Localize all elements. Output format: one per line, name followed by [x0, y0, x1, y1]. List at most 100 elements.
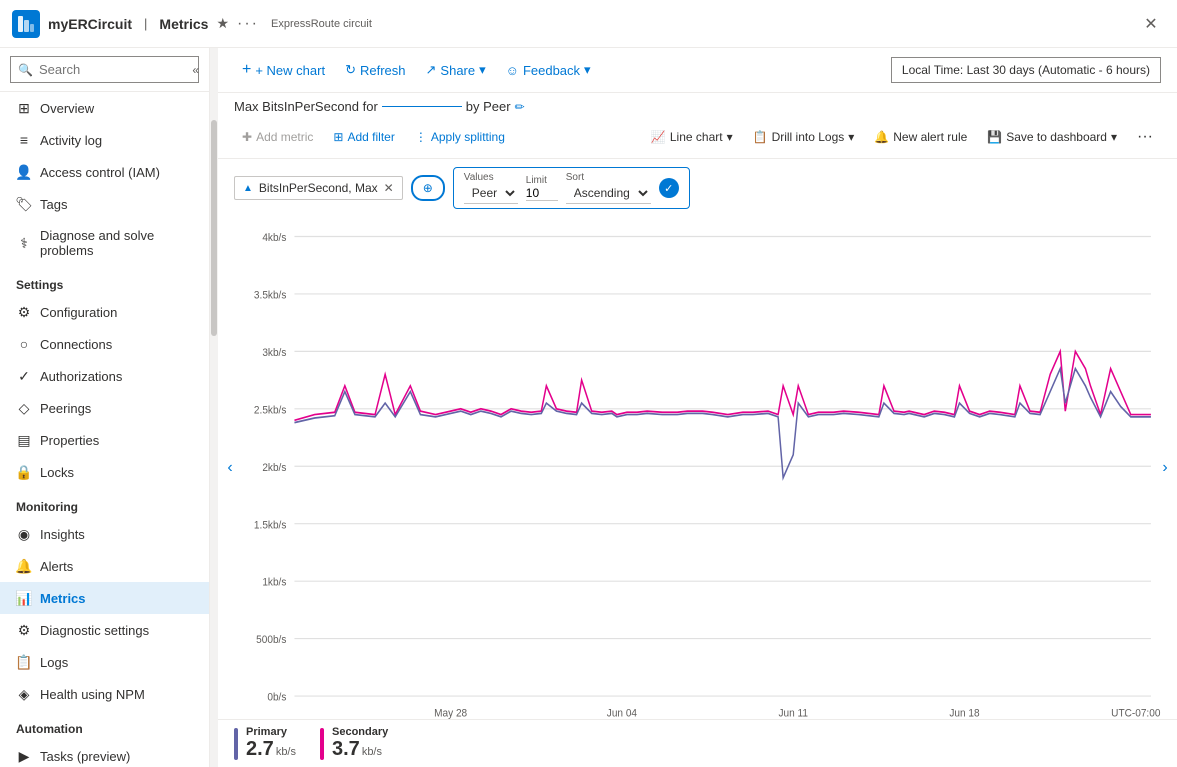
- refresh-label: Refresh: [360, 63, 406, 78]
- peerings-icon: ◇: [16, 400, 32, 416]
- sidebar-item-locks[interactable]: 🔒 Locks: [0, 456, 209, 488]
- sidebar-item-configuration[interactable]: ⚙ Configuration: [0, 296, 209, 328]
- split-settings: Values Peer Limit Sort Ascending ✓: [453, 167, 690, 209]
- sidebar-item-label: Properties: [40, 433, 99, 448]
- search-input[interactable]: [10, 56, 199, 83]
- apply-splitting-button[interactable]: ⋮ Apply splitting: [407, 126, 513, 148]
- sidebar-item-tasks-preview[interactable]: ▶ Tasks (preview): [0, 740, 209, 767]
- new-alert-rule-button[interactable]: 🔔 New alert rule: [866, 126, 975, 148]
- add-metric-icon: ✚: [242, 130, 252, 144]
- share-dropdown-icon: ▾: [479, 62, 486, 78]
- drill-into-logs-button[interactable]: 📋 Drill into Logs ▾: [745, 126, 863, 148]
- feedback-dropdown-icon: ▾: [584, 62, 591, 78]
- search-icon: 🔍: [18, 63, 33, 77]
- more-actions-button[interactable]: ···: [1129, 124, 1161, 150]
- save-to-dashboard-button[interactable]: 💾 Save to dashboard ▾: [979, 126, 1125, 148]
- page-title: Metrics: [159, 16, 208, 32]
- top-bar: myERCircuit | Metrics ★ ··· ExpressRoute…: [0, 0, 1177, 48]
- split-sort-label: Sort: [566, 172, 651, 183]
- health-npm-icon: ◈: [16, 686, 32, 702]
- line-chart-button[interactable]: 📈 Line chart ▾: [643, 126, 741, 148]
- chart-area: ‹ › 4kb/s 3.5kb/s 3kb/s 2.5kb/s 2kb/s 1: [218, 217, 1177, 719]
- add-metric-button[interactable]: ✚ Add metric: [234, 126, 321, 148]
- search-container: 🔍 «: [0, 48, 209, 92]
- sidebar-item-access-control[interactable]: 👤 Access control (IAM): [0, 156, 209, 188]
- legend-secondary-info: Secondary 3.7 kb/s: [332, 726, 388, 761]
- sidebar-item-label: Authorizations: [40, 369, 122, 384]
- metrics-right-actions: 📈 Line chart ▾ 📋 Drill into Logs ▾ 🔔 New…: [643, 124, 1161, 150]
- sidebar-item-properties[interactable]: ▤ Properties: [0, 424, 209, 456]
- sidebar-item-label: Tasks (preview): [40, 749, 130, 764]
- new-chart-button[interactable]: + + New chart: [234, 56, 333, 84]
- top-right-actions: ✕: [1137, 10, 1165, 38]
- alert-rule-label: New alert rule: [893, 130, 967, 144]
- close-button[interactable]: ✕: [1137, 10, 1165, 38]
- svg-text:3.5kb/s: 3.5kb/s: [254, 289, 287, 302]
- app-name: myERCircuit: [48, 16, 132, 32]
- svg-text:2kb/s: 2kb/s: [262, 461, 287, 474]
- feedback-button[interactable]: ☺ Feedback ▾: [498, 57, 599, 83]
- collapse-sidebar-icon[interactable]: «: [192, 63, 199, 77]
- diagnostic-settings-icon: ⚙: [16, 622, 32, 638]
- sidebar-item-label: Insights: [40, 527, 85, 542]
- sidebar-item-tags[interactable]: 🏷 Tags: [0, 188, 209, 220]
- legend-secondary-value: 3.7: [332, 738, 360, 761]
- title-separator: |: [144, 16, 147, 31]
- sidebar-item-logs[interactable]: 📋 Logs: [0, 646, 209, 678]
- legend-primary-label: Primary: [246, 726, 296, 738]
- sidebar-item-label: Health using NPM: [40, 687, 145, 702]
- legend-secondary-label: Secondary: [332, 726, 388, 738]
- chart-nav-right-button[interactable]: ›: [1153, 448, 1177, 488]
- access-control-icon: 👤: [16, 164, 32, 180]
- svg-text:0b/s: 0b/s: [267, 691, 287, 704]
- split-sort-select[interactable]: Ascending: [566, 183, 651, 204]
- legend-secondary-line: [320, 728, 324, 760]
- add-filter-button[interactable]: ⊞ Add filter: [325, 126, 402, 148]
- split-values-field: Values Peer: [464, 172, 518, 204]
- sidebar-item-diagnostic-settings[interactable]: ⚙ Diagnostic settings: [0, 614, 209, 646]
- split-limit-input[interactable]: [526, 186, 558, 201]
- sidebar-item-health-npm[interactable]: ◈ Health using NPM: [0, 678, 209, 710]
- sidebar-item-overview[interactable]: ⊞ Overview: [0, 92, 209, 124]
- sidebar-item-diagnose[interactable]: ⚕ Diagnose and solve problems: [0, 220, 209, 266]
- svg-text:1kb/s: 1kb/s: [262, 576, 287, 589]
- apply-splitting-label: Apply splitting: [431, 130, 505, 144]
- sidebar-item-authorizations[interactable]: ✓ Authorizations: [0, 360, 209, 392]
- share-icon: ↗: [426, 62, 437, 78]
- settings-section-label: Settings: [0, 266, 209, 296]
- feedback-label: Feedback: [523, 63, 580, 78]
- metric-pill-remove-button[interactable]: ✕: [384, 181, 394, 195]
- split-confirm-button[interactable]: ✓: [659, 178, 679, 198]
- time-range-button[interactable]: Local Time: Last 30 days (Automatic - 6 …: [891, 57, 1161, 83]
- favorite-icon[interactable]: ★: [216, 15, 229, 32]
- insights-icon: ◉: [16, 526, 32, 542]
- svg-text:2.5kb/s: 2.5kb/s: [254, 404, 287, 417]
- sidebar-item-label: Logs: [40, 655, 68, 670]
- chart-title-bar: Max BitsInPerSecond for by Peer ✏: [218, 93, 1177, 120]
- chart-title-middle: [382, 106, 462, 107]
- sidebar-item-insights[interactable]: ◉ Insights: [0, 518, 209, 550]
- refresh-icon: ↻: [345, 62, 356, 78]
- sidebar-scroll-thumb[interactable]: [211, 120, 217, 336]
- add-metric-label: Add metric: [256, 130, 313, 144]
- legend-secondary-unit: kb/s: [362, 746, 382, 758]
- chart-title-edit-icon[interactable]: ✏: [515, 100, 525, 114]
- activity-log-icon: ≡: [16, 132, 32, 148]
- sidebar-item-connections[interactable]: ○ Connections: [0, 328, 209, 360]
- legend-primary-info: Primary 2.7 kb/s: [246, 726, 296, 761]
- split-values-select[interactable]: Peer: [464, 183, 518, 204]
- feedback-icon: ☺: [506, 63, 519, 78]
- svg-text:1.5kb/s: 1.5kb/s: [254, 519, 287, 532]
- chart-nav-left-button[interactable]: ‹: [218, 448, 242, 488]
- share-button[interactable]: ↗ Share ▾: [418, 57, 494, 83]
- sidebar-item-peerings[interactable]: ◇ Peerings: [0, 392, 209, 424]
- sidebar-item-label: Access control (IAM): [40, 165, 160, 180]
- more-options-icon[interactable]: ···: [237, 15, 259, 33]
- refresh-button[interactable]: ↻ Refresh: [337, 57, 413, 83]
- sidebar-item-alerts[interactable]: 🔔 Alerts: [0, 550, 209, 582]
- legend-primary: Primary 2.7 kb/s: [234, 726, 296, 761]
- sidebar-item-activity-log[interactable]: ≡ Activity log: [0, 124, 209, 156]
- sidebar-item-label: Metrics: [40, 591, 86, 606]
- sidebar-scrollbar[interactable]: [210, 48, 218, 767]
- sidebar-item-metrics[interactable]: 📊 Metrics: [0, 582, 209, 614]
